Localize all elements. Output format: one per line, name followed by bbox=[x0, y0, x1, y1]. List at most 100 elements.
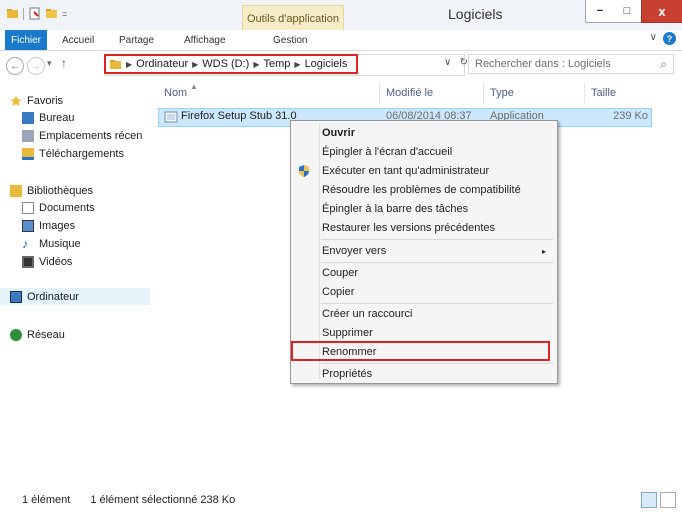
search-icon[interactable]: ⌕ bbox=[660, 57, 667, 72]
menu-item-delete[interactable]: Supprimer bbox=[321, 324, 552, 342]
file-size: 239 Ko bbox=[613, 110, 648, 122]
ribbon-tab-bar bbox=[0, 30, 682, 51]
menu-item-properties[interactable]: Propriétés bbox=[321, 365, 552, 383]
forward-button[interactable]: → bbox=[27, 57, 45, 75]
nav-favoris[interactable]: Favoris bbox=[10, 92, 63, 109]
submenu-arrow-icon: ▸ bbox=[541, 246, 546, 256]
qat-dropdown-icon[interactable]: = bbox=[62, 9, 67, 19]
chevron-right-icon: ▶ bbox=[126, 59, 133, 69]
search-input[interactable]: Rechercher dans : Logiciels ⌕ bbox=[468, 54, 674, 74]
minimize-button[interactable]: − bbox=[585, 0, 615, 23]
nav-label: Bureau bbox=[39, 111, 75, 124]
sort-ascending-icon: ▲ bbox=[190, 82, 198, 91]
column-header-nom[interactable]: Nom bbox=[164, 82, 187, 104]
menu-separator bbox=[321, 262, 553, 263]
libraries-icon bbox=[10, 184, 22, 197]
desktop-icon bbox=[22, 111, 34, 124]
help-icon[interactable]: ? bbox=[663, 32, 676, 45]
nav-recent-places[interactable]: Emplacements récen bbox=[22, 127, 142, 144]
quick-access-toolbar: = bbox=[6, 7, 67, 20]
tab-gestion[interactable]: Gestion bbox=[273, 32, 307, 48]
column-header-modified[interactable]: Modifié le bbox=[386, 82, 433, 104]
downloads-icon bbox=[22, 147, 34, 160]
menu-item-create-shortcut[interactable]: Créer un raccourci bbox=[321, 305, 552, 323]
nav-label: Bibliothèques bbox=[27, 184, 94, 197]
qat-separator bbox=[23, 7, 24, 20]
nav-label: Vidéos bbox=[39, 255, 73, 268]
breadcrumb-temp[interactable]: Temp bbox=[264, 58, 291, 70]
expand-ribbon-icon[interactable]: ∨ bbox=[650, 32, 657, 45]
close-button[interactable]: x bbox=[641, 0, 682, 23]
menu-item-run-as-admin[interactable]: Exécuter en tant qu'administrateur bbox=[321, 162, 552, 180]
tab-affichage[interactable]: Affichage bbox=[184, 32, 226, 48]
nav-bibliotheques[interactable]: Bibliothèques bbox=[10, 182, 93, 199]
properties-icon[interactable] bbox=[28, 7, 41, 20]
nav-label: Ordinateur bbox=[27, 290, 79, 303]
nav-downloads[interactable]: Téléchargements bbox=[22, 145, 124, 162]
menu-item-pin-start[interactable]: Épingler à l'écran d'accueil bbox=[321, 143, 552, 161]
nav-label: Musique bbox=[39, 237, 81, 250]
menu-item-pin-taskbar[interactable]: Épingler à la barre des tâches bbox=[321, 200, 552, 218]
uac-shield-icon bbox=[299, 165, 309, 177]
refresh-icon[interactable]: ↻ bbox=[460, 57, 468, 68]
application-icon bbox=[164, 111, 178, 123]
column-header-type[interactable]: Type bbox=[490, 82, 514, 104]
breadcrumb[interactable]: ▶ Ordinateur ▶ WDS (D:) ▶ Temp ▶ Logicie… bbox=[104, 54, 358, 74]
computer-icon bbox=[10, 290, 22, 303]
file-name[interactable]: Firefox Setup Stub 31.0 bbox=[181, 110, 297, 122]
menu-item-copy[interactable]: Copier bbox=[321, 283, 552, 301]
address-dropdown-icon[interactable]: ∨ bbox=[444, 57, 451, 68]
nav-musique[interactable]: ♪ Musique bbox=[22, 235, 81, 252]
back-button[interactable]: ← bbox=[6, 57, 24, 75]
network-icon bbox=[10, 328, 22, 341]
chevron-right-icon: ▶ bbox=[294, 59, 301, 69]
folder-icon[interactable] bbox=[6, 7, 19, 20]
nav-reseau[interactable]: Réseau bbox=[10, 326, 65, 343]
nav-label: Favoris bbox=[27, 94, 64, 107]
window-title: Logiciels bbox=[448, 6, 503, 22]
tab-accueil[interactable]: Accueil bbox=[62, 32, 94, 48]
tab-fichier[interactable]: Fichier bbox=[5, 30, 47, 50]
nav-label: Emplacements récen bbox=[39, 129, 143, 142]
menu-item-cut[interactable]: Couper bbox=[321, 264, 552, 282]
nav-label: Réseau bbox=[27, 328, 65, 341]
maximize-button[interactable]: □ bbox=[613, 0, 642, 23]
status-selection: 1 élément sélectionné 238 Ko bbox=[90, 494, 236, 506]
column-header-taille[interactable]: Taille bbox=[591, 82, 616, 104]
nav-label: Images bbox=[39, 219, 76, 232]
nav-documents[interactable]: Documents bbox=[22, 199, 95, 216]
breadcrumb-wds[interactable]: WDS (D:) bbox=[202, 58, 249, 70]
documents-icon bbox=[22, 201, 34, 214]
nav-bureau[interactable]: Bureau bbox=[22, 109, 74, 126]
details-view-icon[interactable] bbox=[641, 492, 657, 508]
tab-partage[interactable]: Partage bbox=[119, 32, 154, 48]
menu-item-send-to[interactable]: Envoyer vers ▸ bbox=[321, 242, 552, 260]
large-icons-view-icon[interactable] bbox=[660, 492, 676, 508]
star-icon bbox=[10, 95, 22, 106]
menu-item-troubleshoot-compat[interactable]: Résoudre les problèmes de compatibilité bbox=[321, 181, 552, 199]
chevron-right-icon: ▶ bbox=[253, 59, 260, 69]
ribbon-controls: ∨ ? bbox=[650, 32, 676, 45]
view-toggle bbox=[641, 492, 676, 508]
column-divider[interactable] bbox=[584, 82, 585, 104]
nav-ordinateur[interactable]: Ordinateur bbox=[0, 288, 150, 305]
menu-item-open[interactable]: Ouvrir bbox=[321, 124, 552, 142]
status-item-count: 1 élément bbox=[22, 494, 71, 506]
menu-separator bbox=[321, 303, 553, 304]
menu-item-restore-versions[interactable]: Restaurer les versions précédentes bbox=[321, 219, 552, 237]
new-folder-icon[interactable] bbox=[45, 7, 58, 20]
nav-label: Documents bbox=[39, 201, 95, 214]
breadcrumb-ordinateur[interactable]: Ordinateur bbox=[136, 58, 188, 70]
column-divider[interactable] bbox=[483, 82, 484, 104]
menu-item-label: Envoyer vers bbox=[322, 245, 387, 257]
context-tab-app-tools[interactable]: Outils d'application bbox=[242, 5, 344, 31]
address-controls: ∨ ↻ bbox=[444, 57, 468, 68]
recent-places-icon bbox=[22, 129, 34, 142]
column-divider[interactable] bbox=[379, 82, 380, 104]
up-button[interactable]: ↑ bbox=[61, 56, 67, 70]
menu-separator bbox=[321, 239, 553, 240]
nav-images[interactable]: Images bbox=[22, 217, 75, 234]
recent-locations-icon[interactable]: ▾ bbox=[47, 58, 52, 69]
breadcrumb-logiciels[interactable]: Logiciels bbox=[305, 58, 348, 70]
nav-videos[interactable]: Vidéos bbox=[22, 253, 72, 270]
